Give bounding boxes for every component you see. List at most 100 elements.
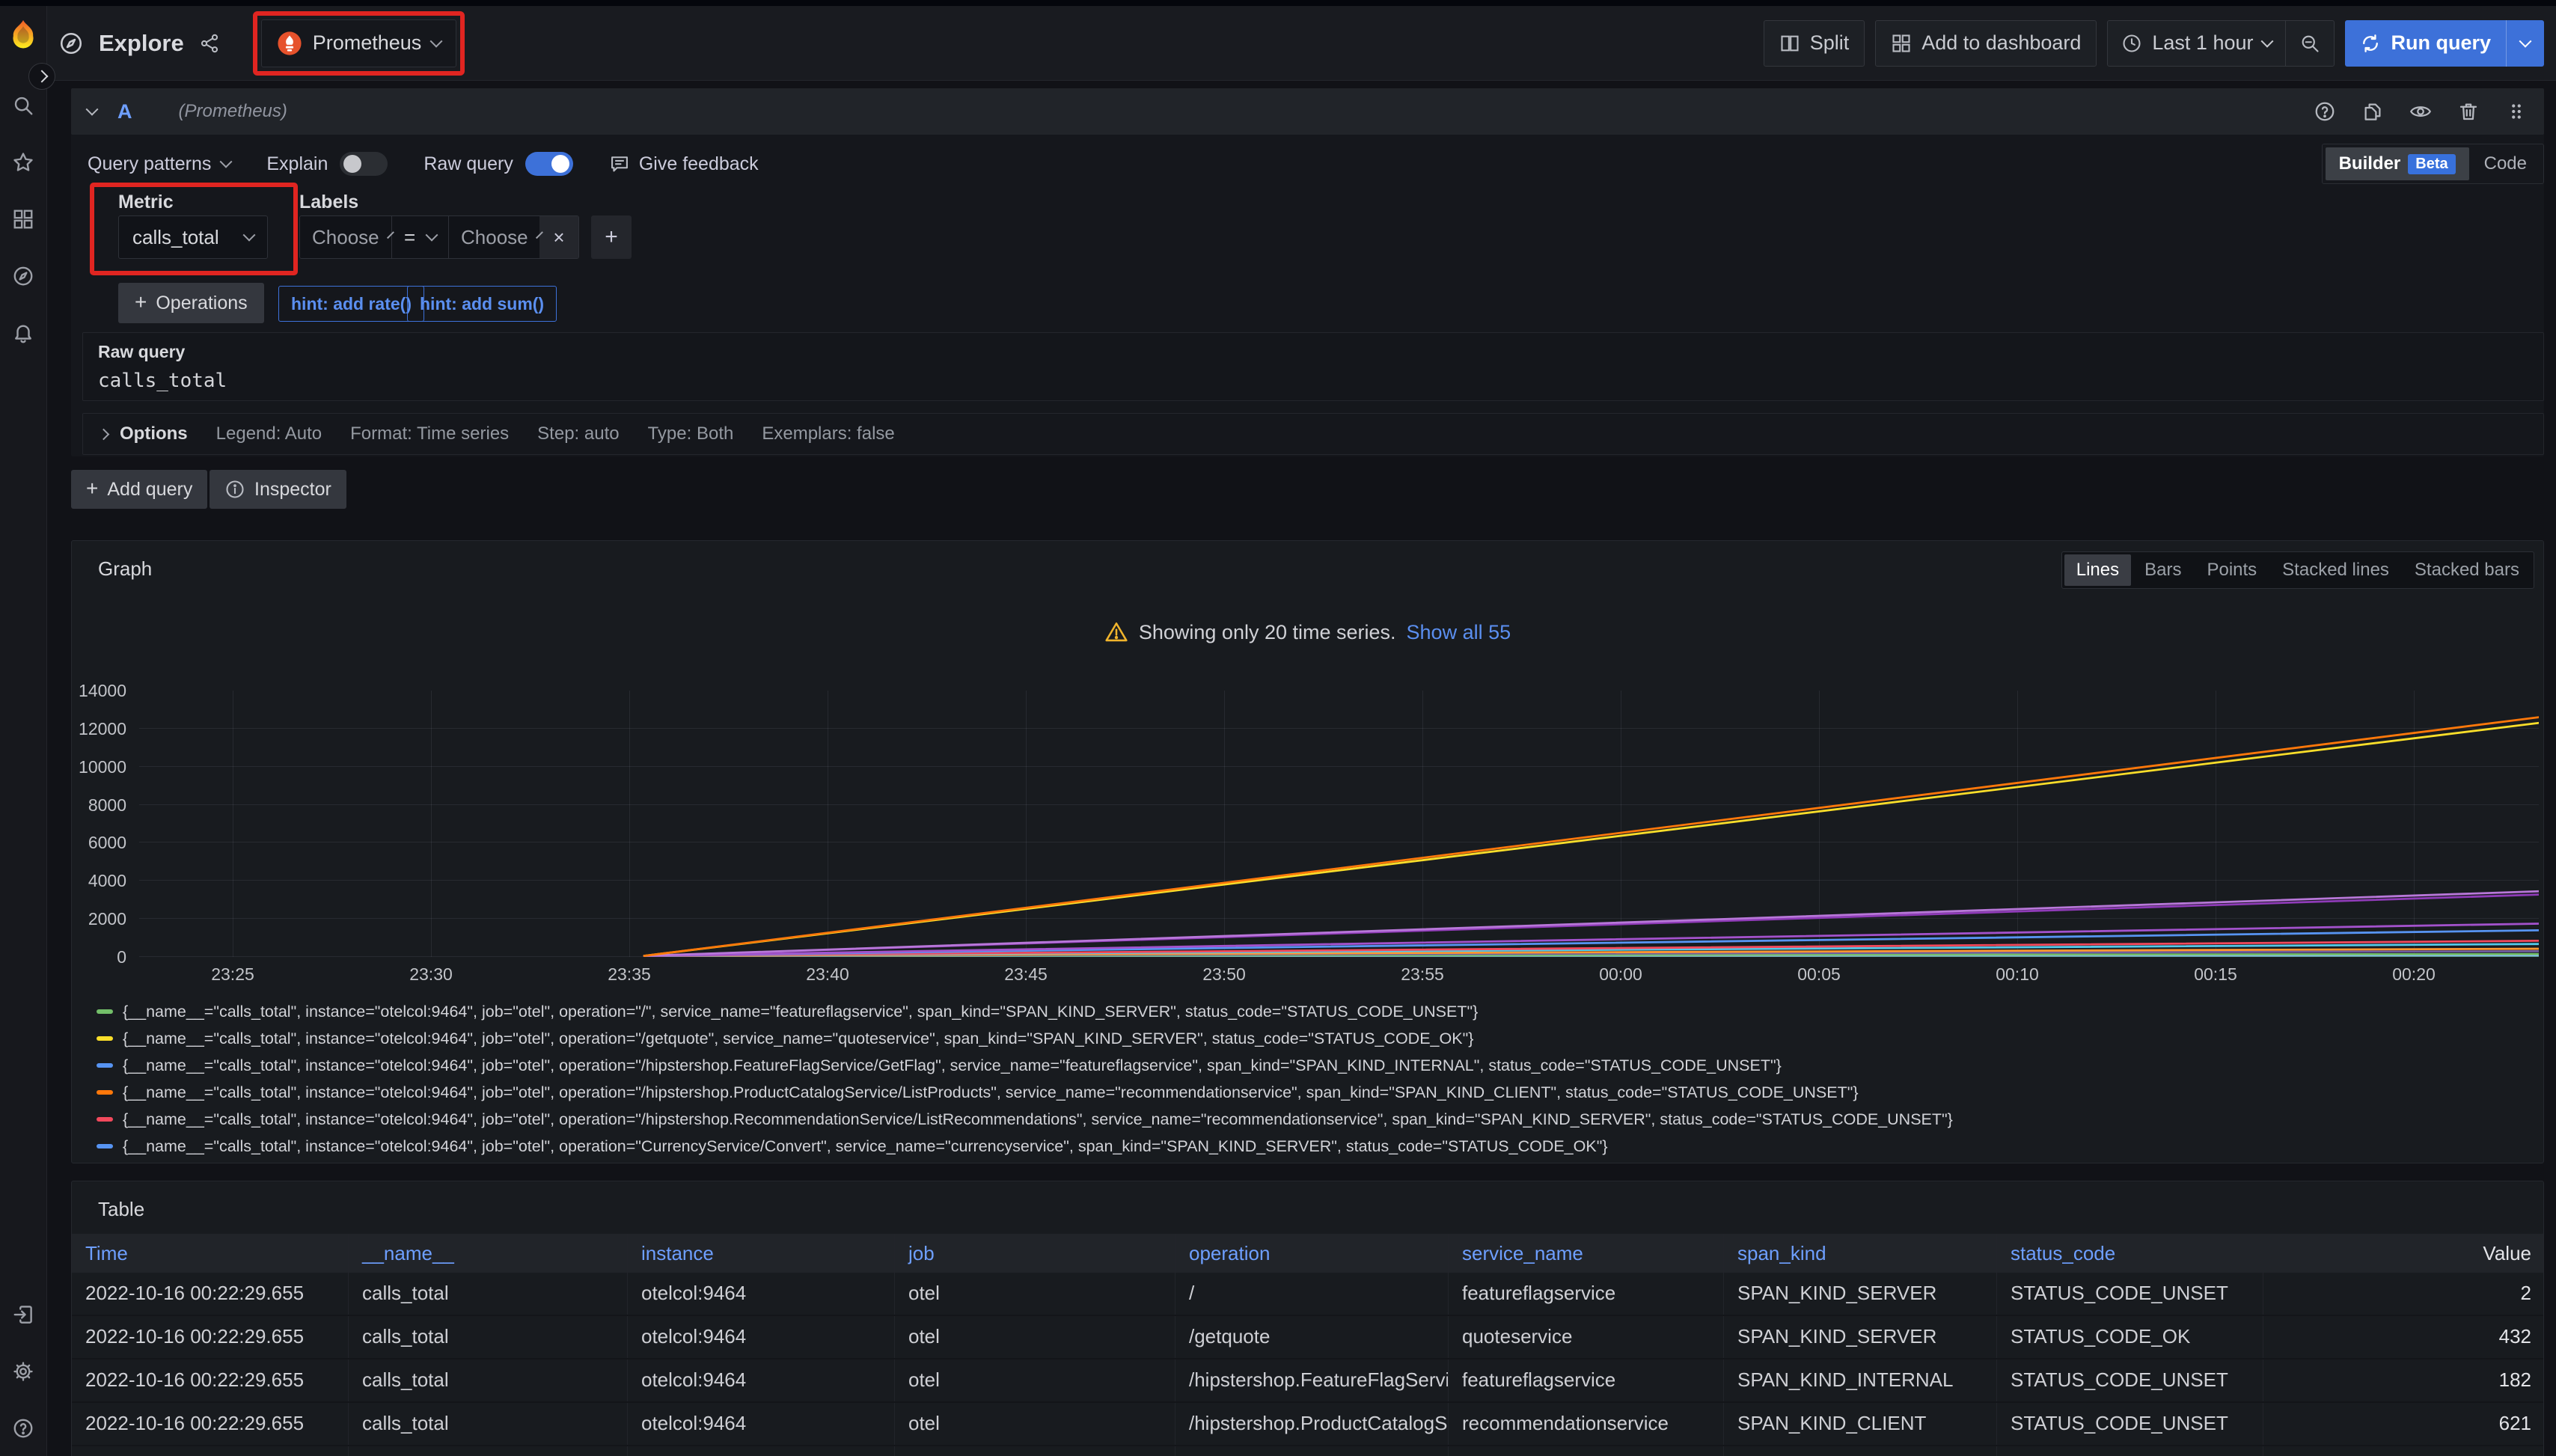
add-query-button[interactable]: Add query bbox=[71, 470, 207, 509]
run-query-button[interactable]: Run query bbox=[2345, 20, 2544, 67]
table-panel: Table Time__name__instancejoboperationse… bbox=[71, 1181, 2544, 1456]
options-toggle[interactable]: Options bbox=[100, 423, 188, 444]
column-header-job[interactable]: job bbox=[895, 1234, 1175, 1273]
legend-row[interactable]: {__name__="calls_total", instance="otelc… bbox=[97, 1053, 1782, 1077]
explain-toggle-wrap: Explain bbox=[266, 152, 388, 176]
legend-row[interactable]: {__name__="calls_total", instance="otelc… bbox=[97, 1000, 1478, 1024]
sign-in-icon[interactable] bbox=[12, 1303, 34, 1326]
copy-icon[interactable] bbox=[2361, 100, 2384, 123]
query-patterns-dropdown[interactable]: Query patterns bbox=[88, 153, 230, 175]
metric-value: calls_total bbox=[132, 226, 219, 249]
hint-add-sum-button[interactable]: hint: add sum() bbox=[407, 286, 557, 322]
graph-mode-points[interactable]: Points bbox=[2195, 554, 2269, 586]
y-axis-tick: 8000 bbox=[72, 795, 126, 816]
raw-query-toggle[interactable] bbox=[525, 152, 573, 176]
dashboards-icon[interactable] bbox=[12, 208, 34, 230]
legend-label: {__name__="calls_total", instance="otelc… bbox=[123, 1083, 1859, 1102]
metric-select[interactable]: calls_total bbox=[118, 215, 268, 259]
column-header-servicename[interactable]: service_name bbox=[1449, 1234, 1724, 1273]
time-series-chart[interactable] bbox=[139, 691, 2539, 957]
eye-icon[interactable] bbox=[2409, 100, 2432, 123]
chevron-down-icon bbox=[2519, 34, 2532, 47]
query-toolbar: Query patterns Explain Raw query Give fe… bbox=[71, 144, 2544, 184]
show-all-series-link[interactable]: Show all 55 bbox=[1407, 621, 1511, 644]
table-cell: STATUS_CODE_OK bbox=[1997, 1316, 2263, 1358]
tab-builder[interactable]: Builder Beta bbox=[2326, 147, 2469, 180]
starred-icon[interactable] bbox=[12, 151, 34, 174]
column-header-statuscode[interactable]: status_code bbox=[1997, 1234, 2263, 1273]
operations-button[interactable]: Operations bbox=[118, 283, 264, 323]
chevron-right-icon bbox=[36, 70, 49, 83]
legend-label: {__name__="calls_total", instance="otelc… bbox=[123, 1030, 1473, 1048]
add-label-button[interactable]: + bbox=[591, 215, 632, 259]
column-header-spankind[interactable]: span_kind bbox=[1724, 1234, 1997, 1273]
expand-sidebar-button[interactable] bbox=[28, 63, 55, 90]
table-row: 2022-10-16 00:22:29.655calls_totalotelco… bbox=[72, 1359, 2543, 1403]
graph-mode-stacked-lines[interactable]: Stacked lines bbox=[2270, 554, 2401, 586]
tab-code[interactable]: Code bbox=[2471, 147, 2540, 180]
run-query-main[interactable]: Run query bbox=[2345, 20, 2506, 67]
table-cell: SPAN_KIND_CLIENT bbox=[1724, 1403, 1997, 1445]
legend-row[interactable]: {__name__="calls_total", instance="otelc… bbox=[97, 1134, 1608, 1158]
table-body: 2022-10-16 00:22:29.655calls_totalotelco… bbox=[72, 1273, 2543, 1456]
column-header-value[interactable]: Value bbox=[2263, 1234, 2545, 1273]
y-axis-tick: 6000 bbox=[72, 832, 126, 853]
label-operator-select[interactable]: = bbox=[391, 216, 448, 258]
give-feedback-button[interactable]: Give feedback bbox=[609, 153, 759, 175]
time-range-picker[interactable]: Last 1 hour bbox=[2108, 21, 2285, 66]
table-cell: featureflagservice bbox=[1449, 1359, 1724, 1401]
table-cell: /getquote bbox=[1175, 1316, 1449, 1358]
remove-label-button[interactable]: × bbox=[539, 216, 578, 258]
graph-mode-stacked-bars[interactable]: Stacked bars bbox=[2403, 554, 2531, 586]
legend-label: {__name__="calls_total", instance="otelc… bbox=[123, 1137, 1608, 1156]
trash-icon[interactable] bbox=[2457, 100, 2480, 123]
query-row-header[interactable]: A (Prometheus) bbox=[71, 88, 2544, 135]
graph-mode-bars[interactable]: Bars bbox=[2132, 554, 2193, 586]
column-header-instance[interactable]: instance bbox=[628, 1234, 895, 1273]
hint-add-rate-button[interactable]: hint: add rate() bbox=[278, 286, 424, 322]
table-cell: STATUS_CODE_UNSET bbox=[1997, 1359, 2263, 1401]
column-header-name[interactable]: __name__ bbox=[349, 1234, 628, 1273]
help-circle-icon[interactable] bbox=[2314, 100, 2336, 123]
legend-row[interactable]: {__name__="calls_total", instance="otelc… bbox=[97, 1107, 1953, 1131]
chevron-down-icon bbox=[2261, 34, 2274, 47]
grafana-logo-icon[interactable] bbox=[7, 18, 40, 51]
explore-compass-icon[interactable] bbox=[12, 265, 34, 287]
search-icon[interactable] bbox=[12, 94, 34, 117]
x-axis-tick: 00:10 bbox=[1972, 964, 2062, 985]
drag-handle-icon[interactable] bbox=[2505, 100, 2528, 123]
label-key-select[interactable]: Choose bbox=[300, 216, 391, 258]
page-title: Explore bbox=[99, 30, 184, 57]
y-axis-tick: 14000 bbox=[72, 680, 126, 701]
datasource-picker[interactable]: Prometheus bbox=[261, 19, 457, 67]
collapse-query-icon[interactable] bbox=[86, 103, 99, 116]
explain-toggle[interactable] bbox=[340, 152, 388, 176]
top-strip bbox=[0, 0, 2556, 6]
graph-mode-lines[interactable]: Lines bbox=[2064, 554, 2131, 586]
table-cell: /hipstershop.ProductCatalogS… bbox=[1175, 1403, 1449, 1445]
legend-marker bbox=[97, 1036, 113, 1041]
settings-gear-icon[interactable] bbox=[12, 1360, 34, 1383]
label-value-select[interactable]: Choose bbox=[448, 216, 539, 258]
column-header-time[interactable]: Time bbox=[72, 1234, 349, 1273]
legend-row[interactable]: {__name__="calls_total", instance="otelc… bbox=[97, 1027, 1473, 1050]
legend-marker bbox=[97, 1144, 113, 1148]
add-to-dashboard-button[interactable]: Add to dashboard bbox=[1875, 20, 2097, 67]
split-label: Split bbox=[1810, 31, 1850, 55]
alerting-bell-icon[interactable] bbox=[12, 322, 34, 344]
zoom-out-time-button[interactable] bbox=[2285, 21, 2334, 66]
share-icon[interactable] bbox=[199, 33, 220, 54]
table-row: 2022-10-16 00:22:29.655calls_totalotelco… bbox=[72, 1316, 2543, 1359]
builder-code-switch: Builder Beta Code bbox=[2322, 144, 2544, 184]
legend-row[interactable]: {__name__="calls_total", instance="otelc… bbox=[97, 1080, 1859, 1104]
x-axis-tick: 23:50 bbox=[1179, 964, 1269, 985]
table-cell: calls_total bbox=[349, 1316, 628, 1358]
inspector-button[interactable]: Inspector bbox=[210, 470, 346, 509]
help-icon[interactable] bbox=[12, 1417, 34, 1440]
column-header-operation[interactable]: operation bbox=[1175, 1234, 1449, 1273]
table-cell: /hipstershop.Recommendation… bbox=[1175, 1446, 1449, 1456]
split-button[interactable]: Split bbox=[1764, 20, 1865, 67]
raw-query-box-label: Raw query bbox=[98, 342, 2528, 362]
run-query-dropdown[interactable] bbox=[2506, 20, 2544, 67]
x-axis-tick: 00:00 bbox=[1576, 964, 1666, 985]
